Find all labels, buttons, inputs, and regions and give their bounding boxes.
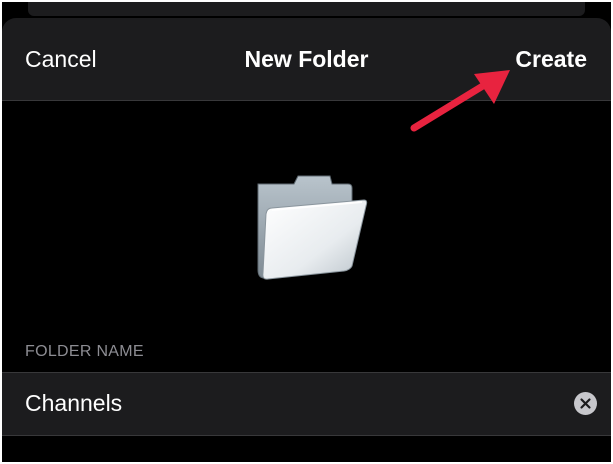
clear-text-button[interactable]: [574, 392, 597, 415]
create-button[interactable]: Create: [515, 44, 587, 74]
folder-name-input[interactable]: [25, 387, 545, 419]
background-sheet-edge: [28, 2, 585, 16]
folder-name-row: [2, 372, 611, 436]
clear-text-icon: [580, 398, 591, 409]
red-arrow-annotation: [410, 70, 510, 132]
folder-icon: [257, 175, 368, 280]
screen: Cancel New Folder Create FOLDER NAME Cha…: [2, 2, 611, 462]
folder-name-section-label: FOLDER NAME: [25, 343, 144, 360]
